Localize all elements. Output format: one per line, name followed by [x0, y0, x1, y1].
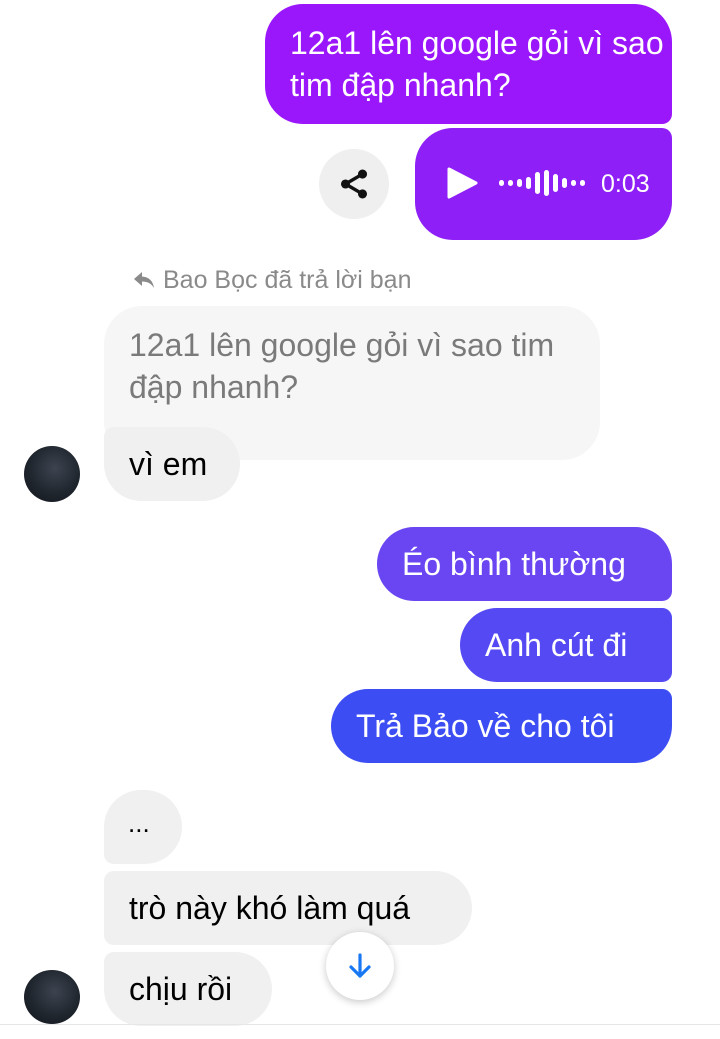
outgoing-message[interactable]: Anh cút đi	[460, 608, 672, 682]
divider	[0, 1024, 720, 1025]
incoming-message[interactable]: ...	[104, 790, 182, 864]
avatar[interactable]	[24, 970, 80, 1024]
share-button[interactable]	[319, 149, 389, 219]
voice-message[interactable]: 0:03	[415, 128, 672, 240]
message-text: Trả Bảo về cho tôi	[356, 708, 615, 744]
message-text: Anh cút đi	[485, 627, 628, 663]
outgoing-message[interactable]: Trả Bảo về cho tôi	[331, 689, 672, 763]
message-text: vì em	[129, 446, 208, 482]
avatar[interactable]	[24, 446, 80, 502]
share-icon	[340, 169, 368, 199]
incoming-message[interactable]: trò này khó làm quá	[104, 871, 472, 945]
message-text: chịu rồi	[129, 971, 233, 1007]
message-text: ...	[128, 808, 150, 838]
reply-header-text: Bao Bọc đã trả lời bạn	[163, 266, 412, 294]
voice-duration: 0:03	[601, 170, 650, 198]
waveform-icon	[499, 170, 585, 196]
outgoing-message[interactable]: 12a1 lên google gỏi vì sao tim đập nhanh…	[265, 4, 672, 124]
incoming-message[interactable]: chịu rồi	[104, 952, 272, 1026]
message-text: Éo bình thường	[402, 546, 626, 582]
message-text: 12a1 lên google gỏi vì sao tim đập nhanh…	[290, 25, 664, 103]
message-text: trò này khó làm quá	[129, 890, 411, 926]
play-icon[interactable]	[445, 166, 479, 200]
quoted-text: 12a1 lên google gỏi vì sao tim đập nhanh…	[129, 327, 555, 405]
reply-header: Bao Bọc đã trả lời bạn	[133, 262, 412, 298]
outgoing-message[interactable]: Éo bình thường	[377, 527, 672, 601]
reply-icon	[134, 272, 154, 288]
incoming-message[interactable]: vì em	[104, 427, 240, 501]
scroll-to-bottom-button[interactable]	[326, 932, 394, 1000]
arrow-down-icon	[349, 953, 371, 978]
